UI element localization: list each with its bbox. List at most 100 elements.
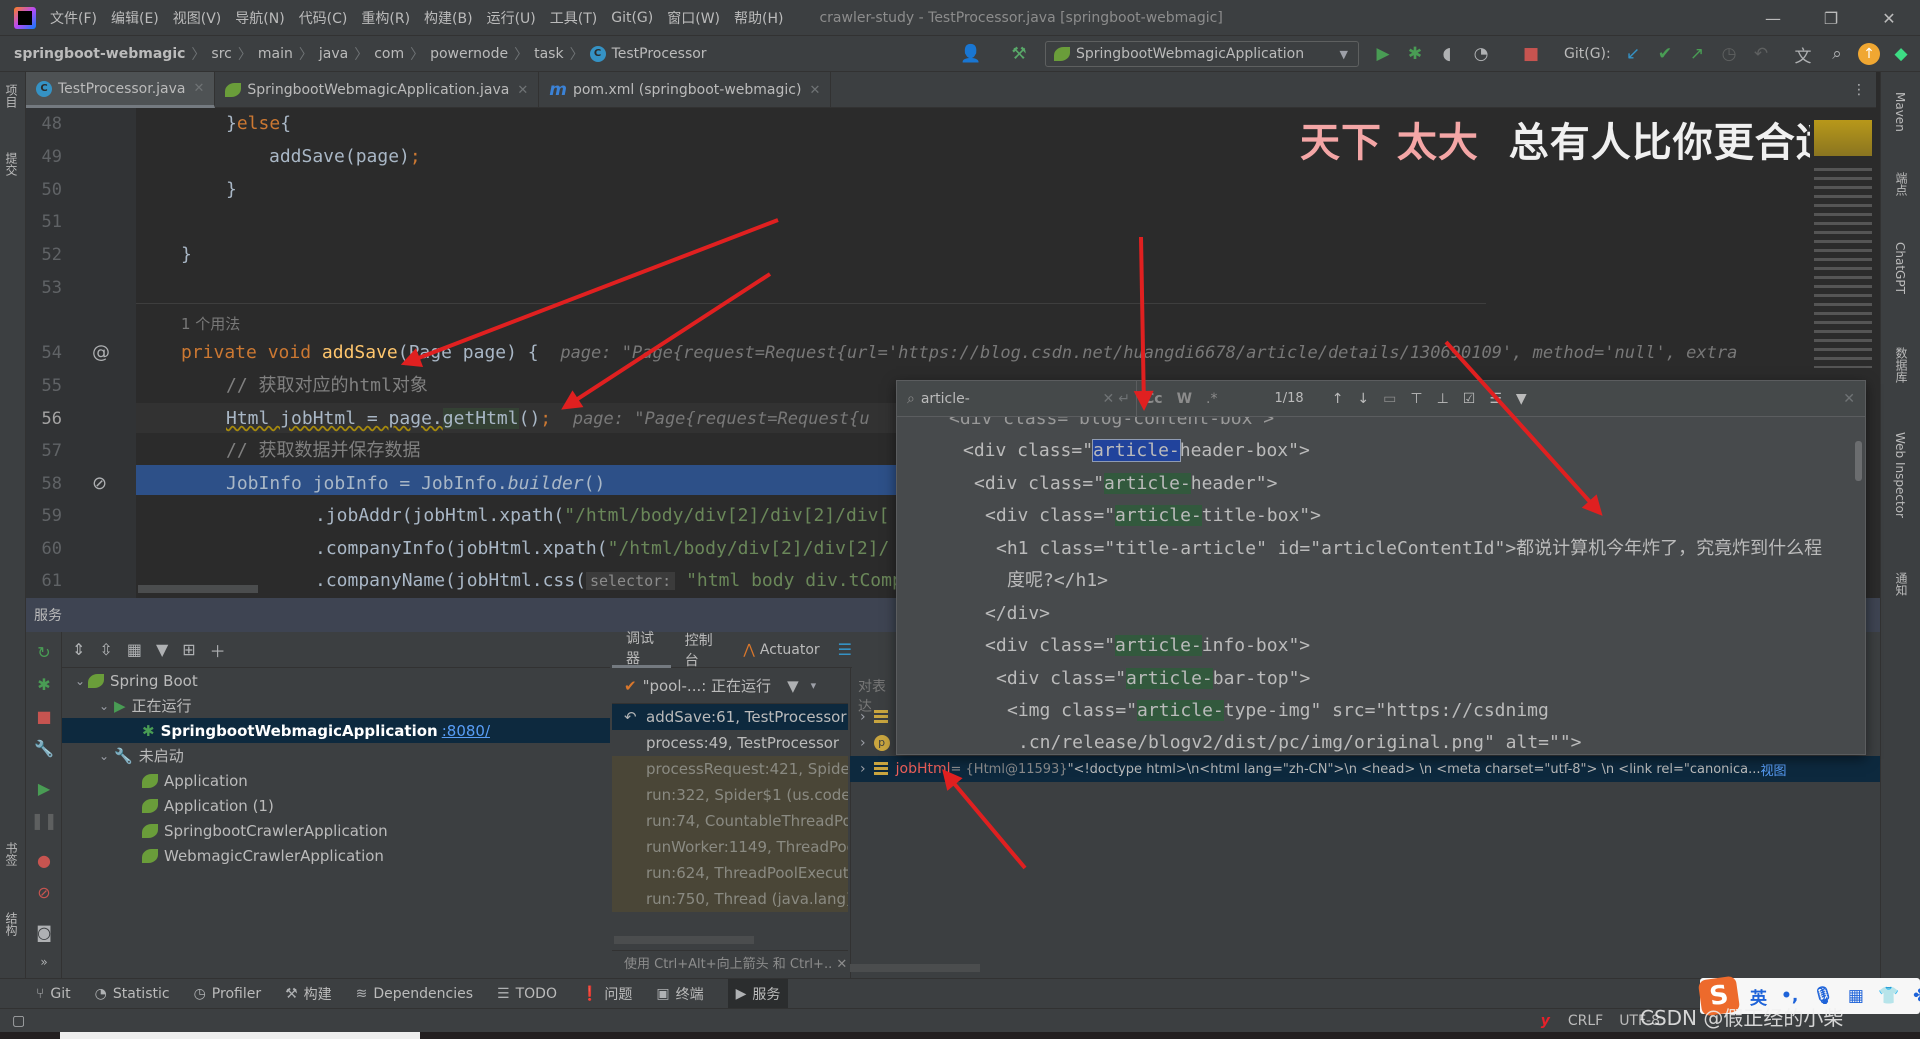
tree-node-application-1[interactable]: Application (1) — [62, 793, 610, 818]
tool-tab-terminal[interactable]: ▣ 终端 — [656, 979, 703, 1009]
more-tabs-icon[interactable]: ⋮ — [1852, 72, 1866, 107]
menu-git[interactable]: Git(G) — [611, 10, 653, 26]
breadcrumb-project[interactable]: springboot-webmagic — [14, 46, 185, 62]
tab-springboot-webmagic-application[interactable]: SpringbootWebmagicApplication.java ✕ — [215, 72, 540, 108]
menu-refactor[interactable]: 重构(R) — [361, 8, 410, 28]
breadcrumb-task[interactable]: task — [534, 46, 563, 62]
disabled-breakpoint-icon[interactable]: ⊘ — [92, 473, 107, 494]
chevron-down-icon[interactable]: ⌄ — [96, 749, 112, 763]
open-in-window-icon[interactable]: ▭ — [1383, 391, 1396, 407]
keyboard-icon[interactable]: ▦ — [1848, 986, 1864, 1006]
clear-search-icon[interactable]: ✕ — [1103, 391, 1115, 407]
tool-tab-problems[interactable]: ❗ 问题 — [581, 979, 632, 1009]
popup-search-field[interactable]: ⌕ article- ✕ ↵ — [897, 380, 1137, 417]
tab-pom-xml[interactable]: m pom.xml (springboot-webmagic) ✕ — [539, 72, 832, 108]
implements-marker-icon[interactable]: @ — [92, 342, 110, 363]
tab-debugger[interactable]: 调试器 — [612, 631, 671, 668]
previous-match-icon[interactable]: ↑ — [1332, 391, 1344, 407]
chevron-down-icon[interactable]: ▾ — [811, 679, 817, 692]
minimize-button[interactable]: — — [1750, 0, 1796, 36]
stack-frame[interactable]: process:49, TestProcessor — [612, 730, 848, 756]
stop-icon[interactable]: ■ — [34, 706, 54, 726]
commit-tool-button[interactable]: 提交 — [3, 152, 20, 176]
popup-scrollbar[interactable] — [1855, 441, 1862, 481]
git-commit-icon[interactable]: ✔ — [1654, 43, 1676, 65]
usage-hint[interactable]: 1 个用法 — [181, 313, 240, 334]
words-icon[interactable]: W — [1177, 391, 1192, 407]
breadcrumb-src[interactable]: src — [211, 46, 231, 62]
select-all-occurrences-icon[interactable]: ☑ — [1463, 391, 1476, 407]
chevron-right-icon[interactable]: › — [860, 709, 866, 725]
next-match-icon[interactable]: ↓ — [1357, 391, 1369, 407]
stop-icon[interactable]: ■ — [1520, 43, 1542, 65]
breadcrumb-com[interactable]: com — [374, 46, 404, 62]
stack-frame[interactable]: run:322, Spider$1 (us.codec — [612, 782, 848, 808]
stack-frame[interactable]: ↶ addSave:61, TestProcessor — [612, 704, 848, 730]
thread-selector[interactable]: ✔ "pool-...: 正在运行 ▼ ▾ — [612, 668, 848, 704]
run-configuration-selector[interactable]: SpringbootWebmagicApplication ▼ — [1045, 41, 1359, 67]
git-update-icon[interactable]: ↙ — [1622, 43, 1644, 65]
maven-tool-button[interactable]: Maven — [1893, 92, 1907, 132]
close-tab-icon[interactable]: ✕ — [517, 83, 528, 98]
add-service-icon[interactable]: ＋ — [210, 638, 226, 662]
tree-node-webmagic-crawler-application[interactable]: WebmagicCrawlerApplication — [62, 843, 610, 868]
tool-tab-dependencies[interactable]: ≋ Dependencies — [356, 979, 473, 1009]
debug-icon[interactable]: ✱ — [34, 674, 54, 694]
close-button[interactable]: ✕ — [1866, 0, 1912, 36]
view-link[interactable]: 视图 — [1761, 760, 1787, 779]
add-occurrence-icon[interactable]: ⊤ — [1410, 391, 1422, 407]
tool-tab-build[interactable]: ⚒ 构建 — [285, 979, 332, 1009]
tree-node-running[interactable]: ⌄ ▶ 正在运行 — [62, 693, 610, 718]
build-hammer-icon[interactable]: ⚒ — [1008, 43, 1030, 65]
regex-icon[interactable]: .* — [1206, 391, 1217, 407]
new-line-icon[interactable]: ↵ — [1118, 391, 1130, 407]
chevron-down-icon[interactable]: ⌄ — [96, 699, 112, 713]
tab-test-processor[interactable]: C TestProcessor.java ✕ — [26, 72, 216, 108]
menu-view[interactable]: 视图(V) — [173, 8, 222, 28]
tab-console[interactable]: 控制台 — [671, 632, 730, 669]
resume-icon[interactable]: ▶ — [34, 778, 54, 798]
horizontal-scrollbar[interactable] — [138, 585, 258, 593]
endpoints-tool-button[interactable]: 端点 — [1893, 172, 1910, 196]
chevron-down-icon[interactable]: ⌄ — [72, 674, 88, 688]
filter-icon[interactable]: ▼ — [156, 640, 168, 659]
group-by-icon[interactable]: ▦ — [127, 640, 142, 659]
history-icon[interactable]: ◷ — [1718, 43, 1740, 65]
tool-tab-profiler[interactable]: ◷ Profiler — [194, 979, 262, 1009]
pause-icon[interactable]: ❚❚ — [31, 810, 58, 830]
tool-tab-git[interactable]: ⑂ Git — [36, 979, 71, 1009]
tab-actuator[interactable]: ⋀ Actuator — [729, 632, 833, 668]
line-separator-indicator[interactable]: CRLF — [1568, 1013, 1603, 1029]
close-hint-icon[interactable]: ✕ — [836, 957, 847, 972]
close-tab-icon[interactable]: ✕ — [194, 81, 205, 96]
camera-icon[interactable]: ◙ — [34, 922, 54, 942]
tree-node-not-started[interactable]: ⌄ 🔧 未启动 — [62, 743, 610, 768]
rerun-icon[interactable]: ↻ — [34, 642, 54, 662]
more-icon[interactable]: » — [34, 952, 54, 972]
wrench-icon[interactable]: 🔧 — [34, 738, 54, 758]
coverage-icon[interactable]: ◖ — [1436, 43, 1458, 65]
breadcrumb-main[interactable]: main — [258, 46, 293, 62]
menu-help[interactable]: 帮助(H) — [734, 8, 783, 28]
stack-frame[interactable]: runWorker:1149, ThreadPoo — [612, 834, 848, 860]
frames-scrollbar[interactable] — [614, 936, 754, 944]
rollback-icon[interactable]: ↶ — [1750, 43, 1772, 65]
layout-menu-icon[interactable]: ☰ — [838, 640, 852, 659]
menu-run[interactable]: 运行(U) — [487, 8, 536, 28]
mute-breakpoints-icon[interactable]: ⊘ — [34, 882, 54, 902]
filter-icon[interactable]: ▼ — [787, 677, 799, 695]
menu-tools[interactable]: 工具(T) — [550, 8, 597, 28]
user-icon[interactable]: 👤 — [960, 43, 982, 65]
value-viewer-popup[interactable]: ⌕ article- ✕ ↵ Cc W .* 1/18 ↑ ↓ ▭ ⊤ ⊥ ☑ … — [896, 380, 1866, 755]
menu-code[interactable]: 代码(C) — [299, 8, 348, 28]
tool-tab-statistic[interactable]: ◔ Statistic — [95, 979, 170, 1009]
restore-button[interactable]: ❐ — [1808, 0, 1854, 36]
bookmarks-tool-button[interactable]: 书签 — [3, 842, 20, 866]
debug-icon[interactable]: ✱ — [1404, 43, 1426, 65]
stack-frame[interactable]: run:74, CountableThreadPoo — [612, 808, 848, 834]
run-icon[interactable]: ▶ — [1372, 43, 1394, 65]
tree-node-spring-boot[interactable]: ⌄ Spring Boot — [62, 668, 610, 693]
new-tab-icon[interactable]: ⊞ — [182, 640, 195, 659]
translate-icon[interactable]: 文 — [1792, 43, 1814, 67]
filter-icon[interactable]: ▼ — [1516, 391, 1527, 407]
